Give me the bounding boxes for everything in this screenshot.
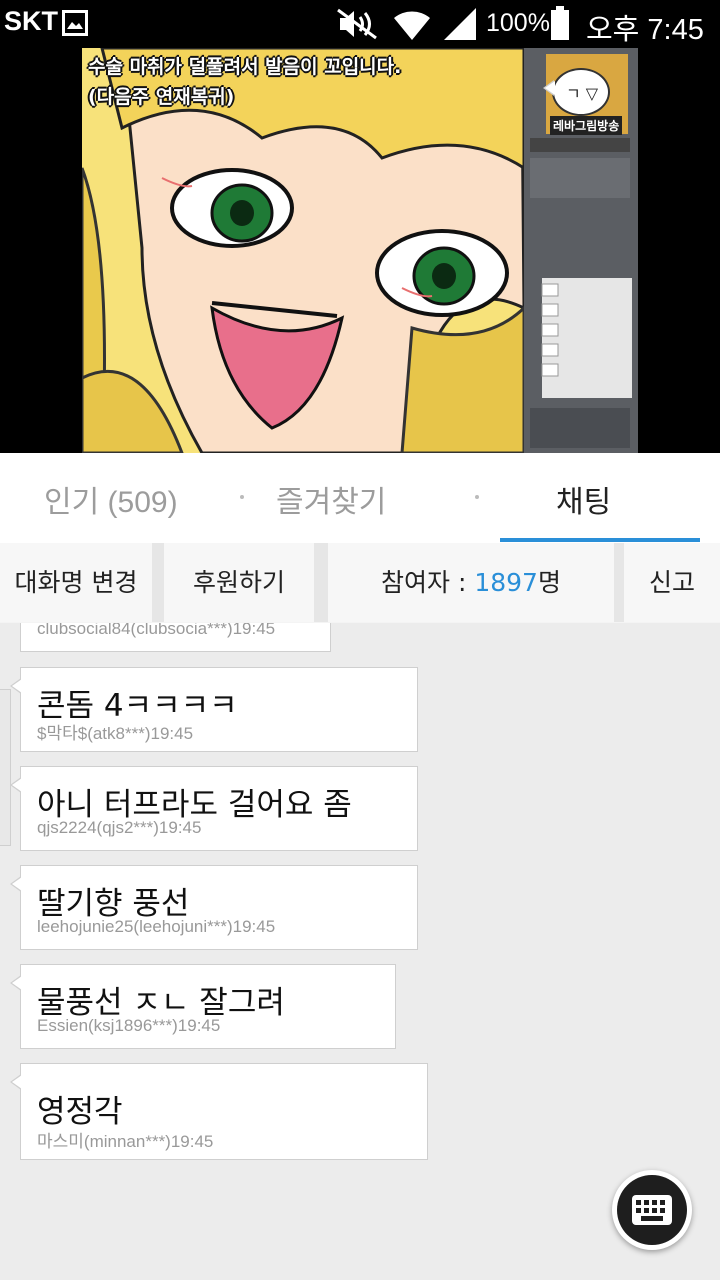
stream-caption-line1: 수술 마취가 덜풀려서 발음이 꼬입니다. (88, 56, 402, 78)
image-notification-icon (62, 10, 88, 36)
logo-face-icon: ㄱ ▽ (566, 84, 599, 103)
status-bar: SKT 100% 오후 7:45 (0, 0, 720, 48)
support-button[interactable]: 후원하기 (164, 543, 314, 622)
chat-message: 딸기향 풍선 leehojunie25(leehojuni***)19:45 (10, 865, 418, 950)
stream-caption-line2: (다음주 연재복귀) (88, 86, 235, 108)
rename-button[interactable]: 대화명 변경 (0, 543, 152, 622)
chat-message: 영정각 마스미(minnan***)19:45 (10, 1063, 428, 1160)
tab-separator-dot (475, 495, 479, 499)
channel-logo: ㄱ ▽ 레바그림방송 (543, 54, 628, 135)
chat-message: 아니 터프라도 걸어요 좀 qjs2224(qjs2***)19:45 (10, 766, 418, 851)
active-tab-indicator (500, 538, 700, 542)
wifi-icon (392, 6, 432, 46)
chat-message: clubsocial84(clubsocia***)19:45 (20, 623, 331, 652)
carrier-label: SKT (4, 6, 58, 36)
tab-favorites[interactable]: 즐겨찾기 (276, 477, 386, 521)
divider (152, 543, 164, 622)
mute-icon (336, 8, 380, 44)
participants-number: 1897 (474, 568, 538, 597)
participants-prefix: 참여자 : (381, 568, 475, 597)
keyboard-button[interactable] (612, 1170, 692, 1250)
tab-chat[interactable]: 채팅 (556, 477, 611, 521)
tab-separator-dot (240, 495, 244, 499)
video-player[interactable]: ㄱ ▽ 레바그림방송 수술 마취가 덜풀려서 발음이 꼬입니다. (다음주 연재… (0, 48, 720, 453)
participants-suffix: 명 (537, 568, 561, 597)
message-meta: qjs2224(qjs2***)19:45 (37, 818, 202, 837)
tab-popular[interactable]: 인기 (509) (44, 477, 178, 521)
message-meta: 마스미(minnan***)19:45 (37, 1132, 214, 1151)
keyboard-icon (632, 1195, 672, 1225)
chat-list[interactable]: clubsocial84(clubsocia***)19:45 콘돔 4ㅋㅋㅋㅋ… (0, 623, 720, 1280)
clock: 오후 7:45 (586, 14, 704, 46)
chat-message: 콘돔 4ㅋㅋㅋㅋ $막타$(atk8***)19:45 (10, 667, 418, 752)
keyboard-button-inner (617, 1175, 687, 1245)
logo-label: 레바그림방송 (550, 116, 623, 135)
tab-bar: 인기 (509) 즐겨찾기 채팅 (0, 453, 720, 544)
battery-icon (551, 6, 569, 40)
message-text: 영정각 (37, 1094, 123, 1130)
divider (314, 543, 328, 622)
report-button[interactable]: 신고 (624, 543, 720, 622)
stream-frame: ㄱ ▽ 레바그림방송 수술 마취가 덜풀려서 발음이 꼬입니다. (다음주 연재… (82, 48, 638, 453)
divider (614, 543, 624, 622)
chat-action-bar: 대화명 변경 후원하기 참여자 : 1897명 신고 (0, 543, 720, 624)
message-meta: clubsocial84(clubsocia***)19:45 (37, 623, 276, 638)
chat-message: 물풍선 ㅈㄴ 잘그려 Essien(ksj1896***)19:45 (10, 964, 396, 1049)
participant-count: 참여자 : 1897명 (328, 543, 614, 622)
signal-icon (442, 6, 478, 46)
message-meta: $막타$(atk8***)19:45 (37, 724, 194, 743)
message-meta: leehojunie25(leehojuni***)19:45 (37, 917, 276, 936)
battery-percent: 100% (486, 9, 550, 37)
message-meta: Essien(ksj1896***)19:45 (37, 1016, 221, 1035)
drawer-handle[interactable] (0, 689, 11, 846)
